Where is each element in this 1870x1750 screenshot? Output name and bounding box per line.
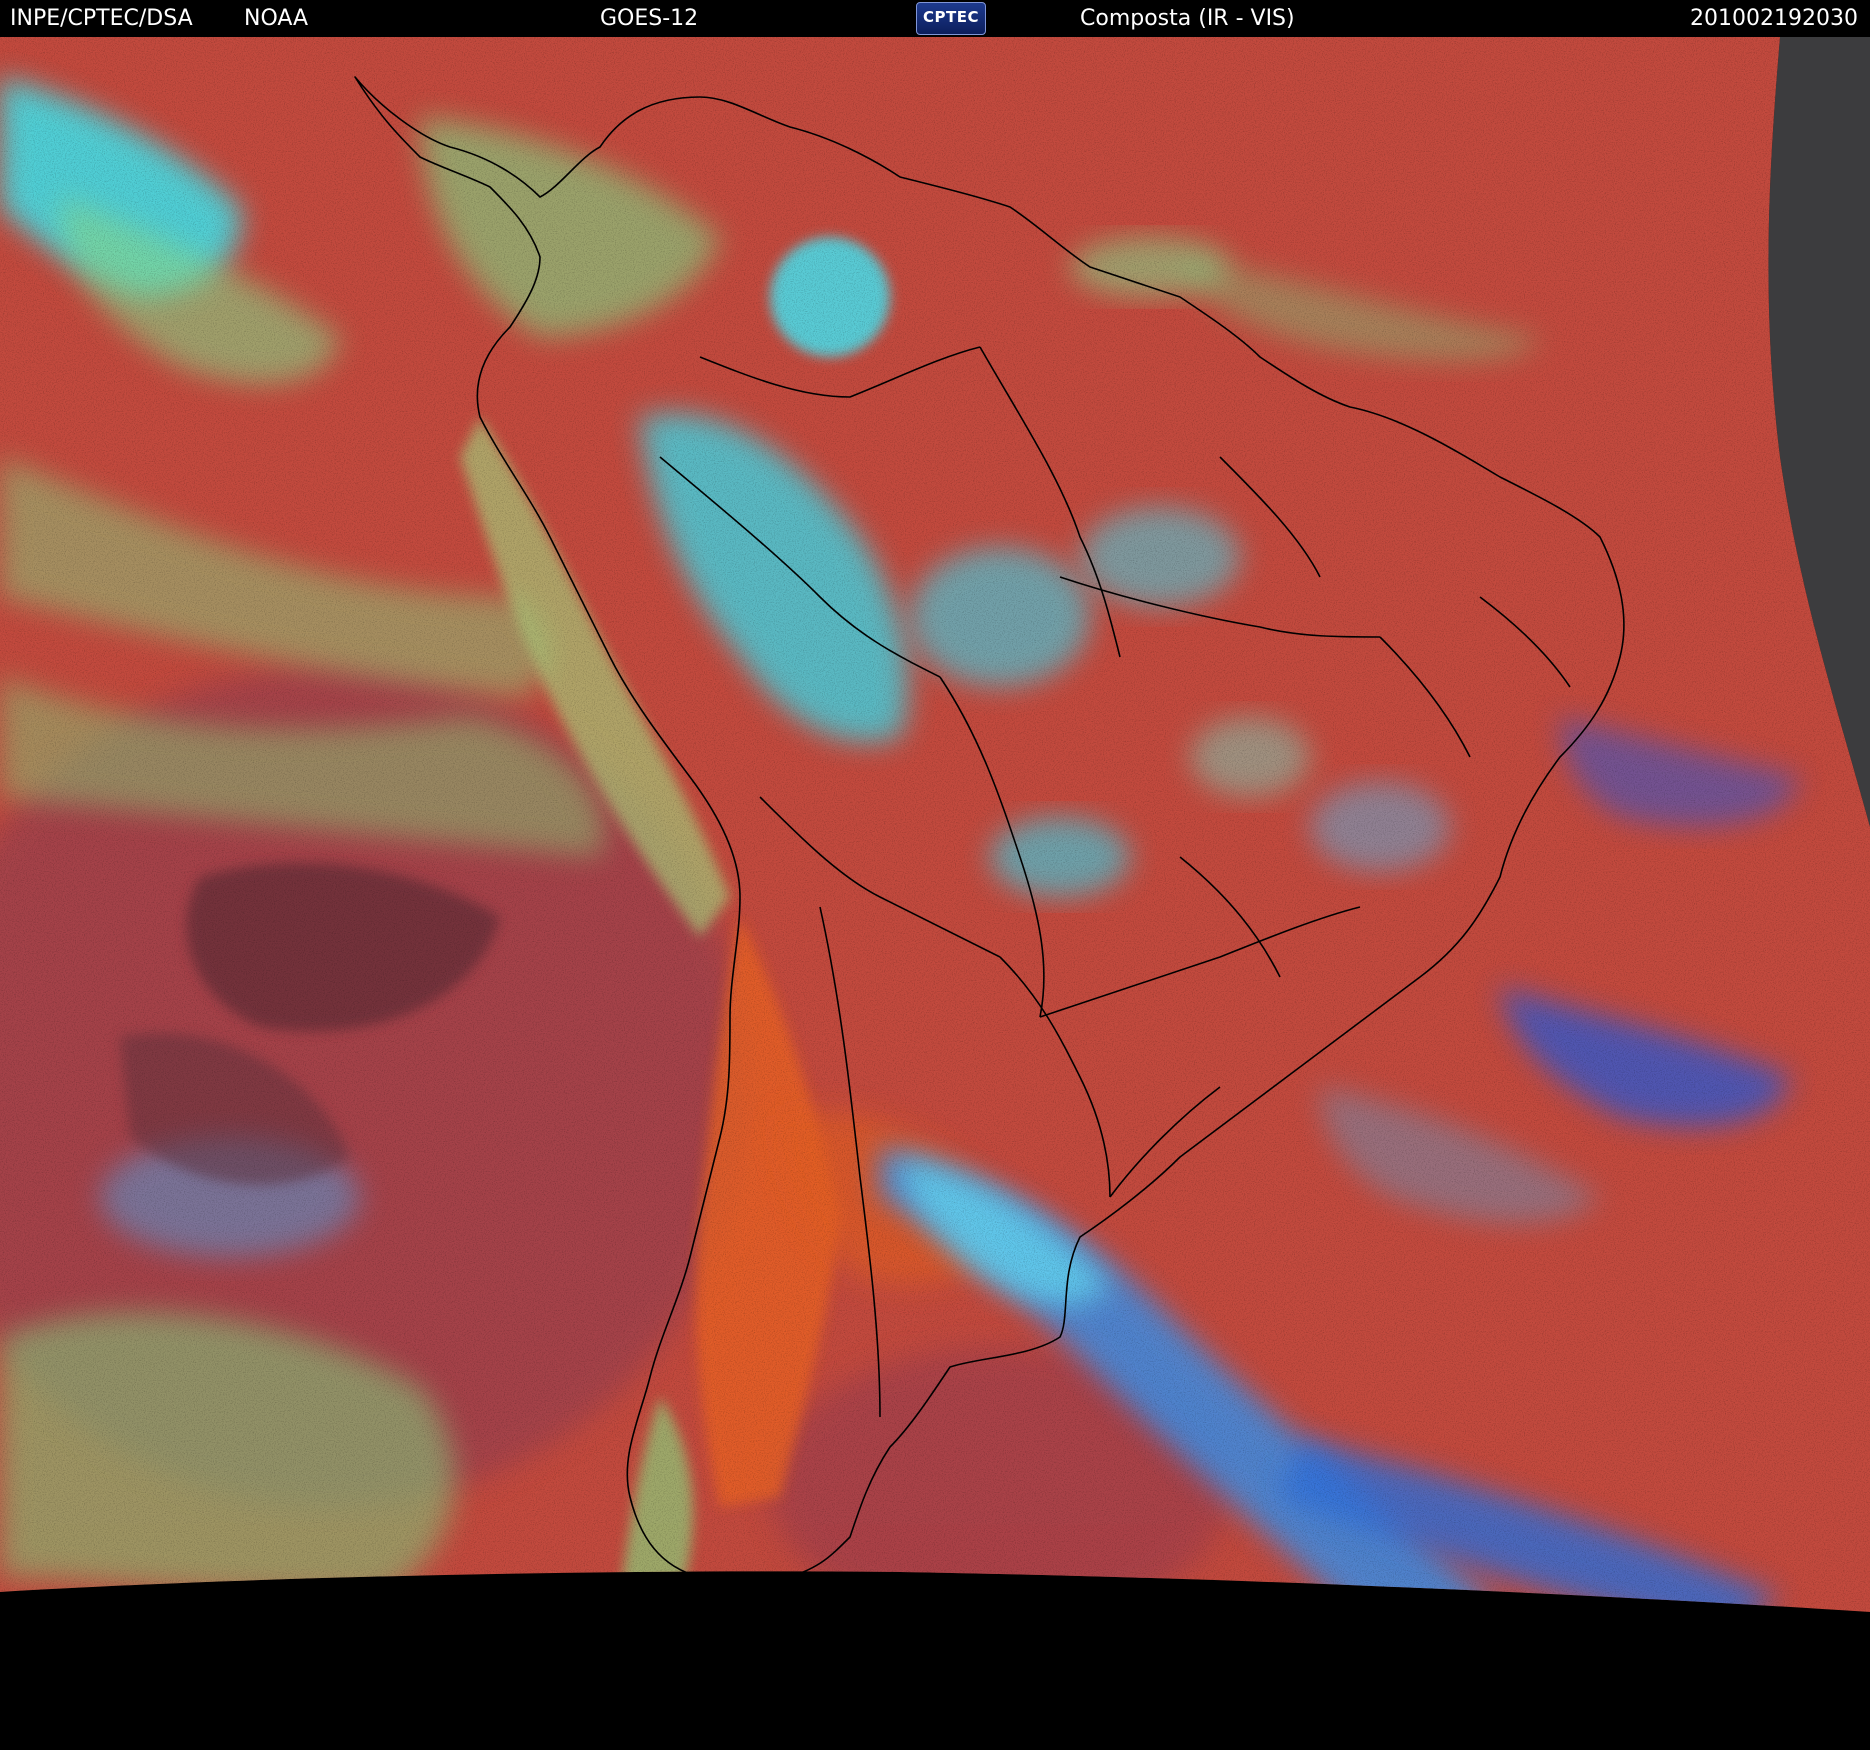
timestamp-label: 201002192030 (1690, 6, 1858, 31)
header-bar: INPE/CPTEC/DSA NOAA GOES-12 CPTEC Compos… (0, 0, 1870, 37)
cptec-logo: CPTEC (916, 2, 986, 35)
satellite-label: GOES-12 (600, 6, 699, 31)
satellite-composite (0, 37, 1870, 1750)
earth-disk (0, 37, 1870, 1612)
agency-label: INPE/CPTEC/DSA (10, 6, 193, 31)
product-label: Composta (IR - VIS) (1080, 6, 1295, 31)
satellite-image (0, 37, 1870, 1750)
source-label: NOAA (244, 6, 309, 31)
